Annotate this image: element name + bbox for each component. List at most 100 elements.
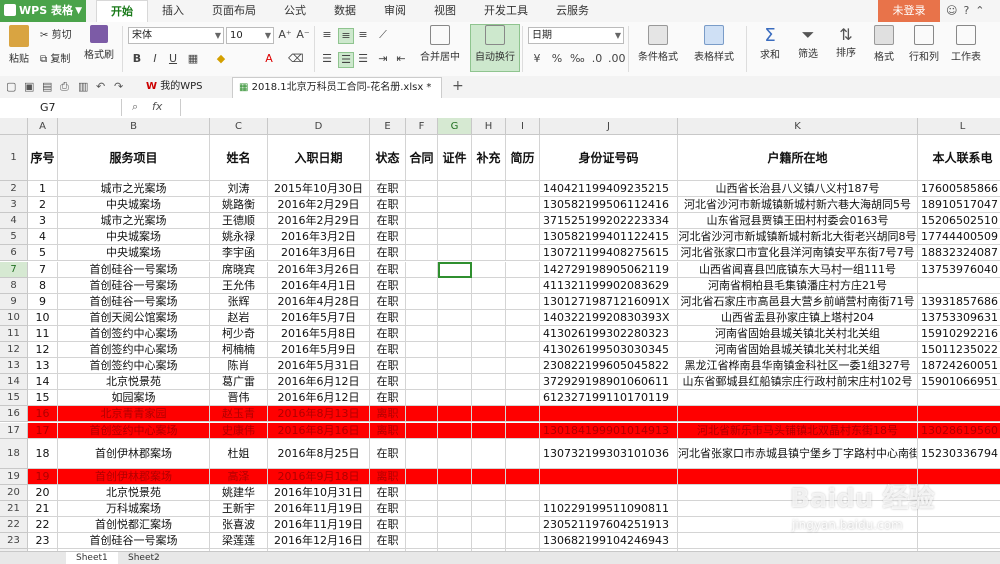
- cell-e[interactable]: 在职: [370, 325, 406, 342]
- cell-a[interactable]: 15: [28, 390, 58, 407]
- cell-e[interactable]: 在职: [370, 197, 406, 214]
- column-header-j[interactable]: J: [540, 118, 678, 135]
- cell-g[interactable]: [438, 342, 472, 359]
- cell-j[interactable]: 372929198901060611: [540, 374, 678, 391]
- cell-b[interactable]: 北京青青家园: [58, 406, 210, 423]
- column-header-a[interactable]: A: [28, 118, 58, 135]
- cell-f[interactable]: [406, 309, 438, 326]
- cell-g[interactable]: 证件: [438, 135, 472, 181]
- bold-icon[interactable]: B: [130, 52, 144, 66]
- cell-h[interactable]: [472, 390, 506, 407]
- cell-d[interactable]: 2016年12月16日: [268, 533, 370, 550]
- row-header[interactable]: 23: [0, 533, 28, 550]
- cell-g[interactable]: [438, 261, 472, 278]
- filter-button[interactable]: ⏷ 筛选: [790, 25, 826, 60]
- sheet-tab-2[interactable]: Sheet2: [118, 552, 170, 564]
- increase-decimal-icon[interactable]: .0: [590, 52, 604, 66]
- cell-a[interactable]: 22: [28, 516, 58, 533]
- cell-l[interactable]: 17600585866: [918, 181, 1000, 198]
- cell-f[interactable]: [406, 325, 438, 342]
- cell-j[interactable]: 110229199511090811: [540, 500, 678, 517]
- cell-l[interactable]: 13931857686: [918, 294, 1000, 310]
- column-header-k[interactable]: K: [678, 118, 918, 135]
- row-header[interactable]: 13: [0, 358, 28, 375]
- cell-j[interactable]: 413026199503030345: [540, 342, 678, 359]
- formula-input[interactable]: [180, 99, 997, 116]
- cell-h[interactable]: [472, 484, 506, 501]
- cell-c[interactable]: 姚建华: [210, 484, 268, 501]
- cell-i[interactable]: [506, 438, 540, 469]
- cell-j[interactable]: 130582199401122415: [540, 229, 678, 246]
- row-header[interactable]: 12: [0, 342, 28, 359]
- cell-f[interactable]: [406, 245, 438, 262]
- cell-a[interactable]: 1: [28, 181, 58, 198]
- cell-e[interactable]: 在职: [370, 309, 406, 326]
- cut-button[interactable]: ✂ 剪切: [40, 26, 72, 41]
- cell-b[interactable]: 首创天阅公馆案场: [58, 309, 210, 326]
- cell-d[interactable]: 2016年5月7日: [268, 309, 370, 326]
- save-icon[interactable]: ▤: [42, 80, 52, 93]
- row-header[interactable]: 3: [0, 197, 28, 214]
- align-left-icon[interactable]: ☰: [320, 52, 334, 66]
- cell-c[interactable]: 高泽: [210, 468, 268, 485]
- cell-f[interactable]: 合同: [406, 135, 438, 181]
- cell-c[interactable]: 姓名: [210, 135, 268, 181]
- cell-f[interactable]: [406, 197, 438, 214]
- cell-e[interactable]: 在职: [370, 213, 406, 230]
- underline-icon[interactable]: U: [166, 52, 180, 66]
- row-header[interactable]: 20: [0, 484, 28, 501]
- cell-d[interactable]: 2016年3月2日: [268, 229, 370, 246]
- cell-f[interactable]: [406, 438, 438, 469]
- cell-d[interactable]: 2016年4月1日: [268, 277, 370, 294]
- decrease-decimal-icon[interactable]: .00: [608, 52, 626, 66]
- menu-tab-cloud[interactable]: 云服务: [542, 0, 603, 22]
- cell-e[interactable]: 在职: [370, 516, 406, 533]
- cell-c[interactable]: 赵玉青: [210, 406, 268, 423]
- cell-c[interactable]: 葛广雷: [210, 374, 268, 391]
- cell-l[interactable]: 15011235022: [918, 342, 1000, 359]
- row-header[interactable]: 6: [0, 245, 28, 262]
- cell-i[interactable]: [506, 229, 540, 246]
- italic-icon[interactable]: I: [148, 52, 162, 66]
- cell-l[interactable]: 18724260051: [918, 358, 1000, 375]
- cell-f[interactable]: [406, 516, 438, 533]
- decrease-font-icon[interactable]: A⁻: [296, 28, 310, 42]
- cell-g[interactable]: [438, 438, 472, 469]
- cell-l[interactable]: [918, 533, 1000, 550]
- row-header[interactable]: 18: [0, 438, 28, 469]
- cell-f[interactable]: [406, 500, 438, 517]
- cell-i[interactable]: [506, 309, 540, 326]
- menu-tab-developer[interactable]: 开发工具: [470, 0, 542, 22]
- print-icon[interactable]: ⎙: [60, 80, 69, 94]
- cell-l[interactable]: 15206502510: [918, 213, 1000, 230]
- cell-e[interactable]: 在职: [370, 390, 406, 407]
- cell-c[interactable]: 张喜波: [210, 516, 268, 533]
- menu-tab-insert[interactable]: 插入: [148, 0, 198, 22]
- cell-g[interactable]: [438, 390, 472, 407]
- cell-g[interactable]: [438, 277, 472, 294]
- cell-a[interactable]: 14: [28, 374, 58, 391]
- align-top-icon[interactable]: ≡: [320, 28, 334, 42]
- cell-h[interactable]: [472, 533, 506, 550]
- cell-e[interactable]: 在职: [370, 261, 406, 278]
- cell-c[interactable]: 柯楠楠: [210, 342, 268, 359]
- cell-l[interactable]: 本人联系电: [918, 135, 1000, 181]
- cell-l[interactable]: [918, 278, 1000, 294]
- cell-k[interactable]: 河南省固始县城关镇北关村北关组: [678, 325, 918, 342]
- cell-i[interactable]: [506, 468, 540, 485]
- cell-h[interactable]: [472, 358, 506, 375]
- cell-i[interactable]: [506, 374, 540, 391]
- cell-d[interactable]: 入职日期: [268, 135, 370, 181]
- cell-i[interactable]: [506, 181, 540, 198]
- cell-f[interactable]: [406, 261, 438, 278]
- cell-i[interactable]: [506, 484, 540, 501]
- cell-g[interactable]: [438, 293, 472, 310]
- cell-e[interactable]: 在职: [370, 438, 406, 469]
- cell-g[interactable]: [438, 197, 472, 214]
- cell-g[interactable]: [438, 245, 472, 262]
- cell-a[interactable]: 12: [28, 342, 58, 359]
- cell-i[interactable]: [506, 261, 540, 278]
- row-header[interactable]: 10: [0, 309, 28, 326]
- cell-d[interactable]: 2016年3月26日: [268, 261, 370, 278]
- cell-l[interactable]: [918, 406, 1000, 423]
